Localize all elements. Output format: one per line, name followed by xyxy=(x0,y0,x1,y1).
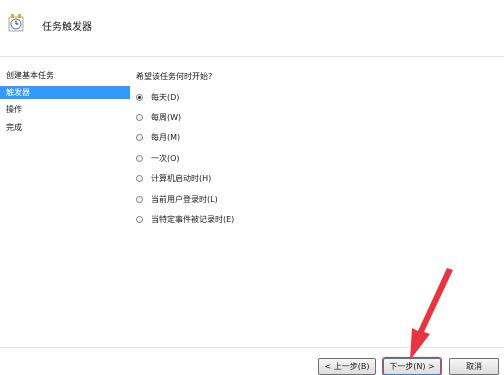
radio-button[interactable] xyxy=(136,113,143,121)
cancel-button[interactable]: 取消 xyxy=(449,358,499,375)
option-event-logged[interactable]: 当特定事件被记录时(E) xyxy=(136,213,234,225)
step-finish[interactable]: 完成 xyxy=(0,121,130,134)
radio-button[interactable] xyxy=(136,195,143,203)
option-user-logon[interactable]: 当前用户登录时(L) xyxy=(136,193,218,205)
back-button[interactable]: < 上一步(B) xyxy=(318,358,376,375)
task-scheduler-clock-icon xyxy=(8,14,24,32)
radio-button[interactable] xyxy=(136,93,143,101)
radio-button[interactable] xyxy=(136,215,143,223)
radio-button[interactable] xyxy=(136,174,143,182)
footer-divider xyxy=(0,347,504,348)
radio-button[interactable] xyxy=(136,154,143,162)
step-create-basic-task[interactable]: 创建基本任务 xyxy=(0,69,130,82)
next-button[interactable]: 下一步(N) > xyxy=(383,358,441,375)
step-trigger[interactable]: 触发器 xyxy=(0,86,130,99)
option-monthly[interactable]: 每月(M) xyxy=(136,131,180,143)
radio-button[interactable] xyxy=(136,133,143,141)
option-weekly[interactable]: 每周(W) xyxy=(136,111,181,123)
dialog-header: 任务触发器 xyxy=(0,0,504,56)
wizard-steps: 创建基本任务 触发器 操作 完成 xyxy=(0,57,132,347)
option-once[interactable]: 一次(O) xyxy=(136,152,180,164)
step-action[interactable]: 操作 xyxy=(0,103,130,116)
option-daily[interactable]: 每天(D) xyxy=(136,91,179,103)
trigger-panel: 希望该任务何时开始? 每天(D) 每周(W) 每月(M) 一次(O) 计算机启动… xyxy=(132,57,504,347)
dialog-title: 任务触发器 xyxy=(42,22,92,33)
option-computer-start[interactable]: 计算机启动时(H) xyxy=(136,172,211,184)
trigger-question: 希望该任务何时开始? xyxy=(136,72,213,81)
